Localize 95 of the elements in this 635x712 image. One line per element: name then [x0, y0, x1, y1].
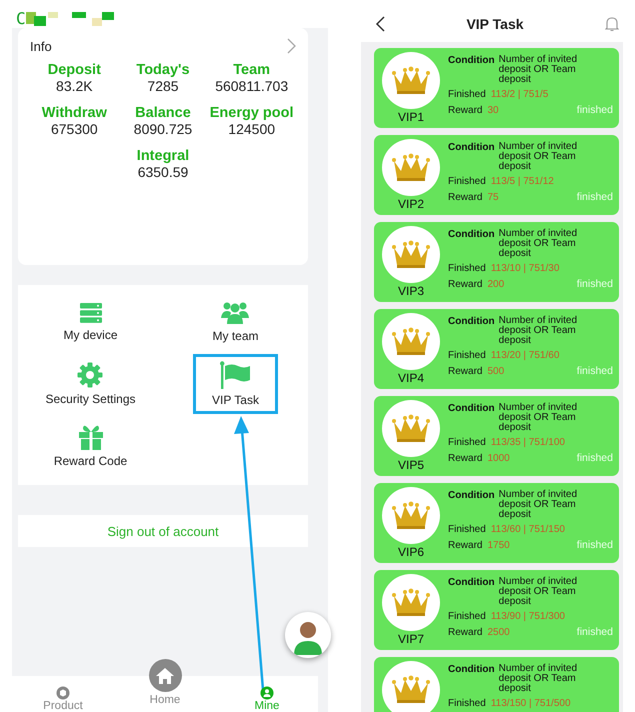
gear-icon [77, 362, 104, 388]
vip-level: VIP5 [398, 458, 424, 472]
condition-text: Number of invited deposit OR Team deposit [498, 403, 578, 433]
reward-label: Reward [448, 627, 482, 638]
nav-tab[interactable]: Product [12, 676, 114, 712]
condition-text: Number of invited deposit OR Team deposit [498, 229, 578, 259]
condition-label: Condition [448, 664, 495, 677]
finished-value: 113/35 | 751/100 [490, 437, 565, 448]
vip-level: VIP4 [398, 371, 424, 385]
vip-level: VIP2 [398, 197, 424, 211]
status-text: finished [576, 626, 613, 638]
condition-text: Number of invited deposit OR Team deposit [498, 664, 578, 694]
reward-label: Reward [448, 192, 482, 203]
finished-label: Finished [448, 263, 486, 274]
group-icon [221, 301, 250, 325]
menu-item[interactable]: Reward Code [42, 417, 138, 475]
finished-value: 113/2 | 751/5 [490, 89, 548, 100]
condition-text: Number of invited deposit OR Team deposit [498, 142, 578, 172]
vip-level: VIP6 [398, 545, 424, 559]
status-text: finished [576, 539, 613, 551]
reward-label: Reward [448, 453, 482, 464]
status-text: finished [576, 452, 613, 464]
stat-value: 8090.725 [134, 121, 192, 137]
reward-label: Reward [448, 540, 482, 551]
finished-label: Finished [448, 89, 486, 100]
finished-label: Finished [448, 437, 486, 448]
bell-icon[interactable] [604, 16, 619, 32]
menu-item[interactable]: My team [201, 294, 270, 350]
support-avatar[interactable] [285, 612, 331, 658]
finished-label: Finished [448, 611, 486, 622]
back-icon[interactable] [375, 16, 385, 32]
server-icon [78, 302, 102, 324]
stat-label: Withdraw [42, 105, 107, 121]
stat-label: Team [233, 62, 270, 78]
status-text: finished [576, 365, 613, 377]
reward-value: 30 [487, 105, 499, 116]
condition-label: Condition [448, 577, 495, 590]
reward-label: Reward [448, 105, 482, 116]
reward-value: 2500 [487, 627, 510, 638]
finished-label: Finished [448, 698, 486, 709]
finished-label: Finished [448, 350, 486, 361]
stat-label: Integral [136, 148, 190, 164]
user-name: C [16, 8, 26, 28]
crown-icon [382, 661, 440, 712]
vip-level: VIP1 [398, 110, 424, 124]
stat-value: 7285 [147, 78, 179, 94]
finished-value: 113/90 | 751/300 [490, 611, 565, 622]
condition-text: Number of invited deposit OR Team deposit [498, 490, 578, 520]
condition-label: Condition [448, 490, 495, 503]
reward-value: 1750 [487, 540, 510, 551]
reward-label: Reward [448, 279, 482, 290]
vip-level: VIP3 [398, 284, 424, 298]
condition-text: Number of invited deposit OR Team deposit [498, 316, 578, 346]
condition-text: Number of invited deposit OR Team deposit [498, 577, 578, 607]
reward-value: 500 [487, 366, 504, 377]
nav-tab[interactable]: Home [114, 658, 216, 712]
finished-value: 113/150 | 751/500 [490, 698, 571, 709]
stat-value: 675300 [50, 121, 98, 137]
box-icon [56, 686, 70, 700]
condition-label: Condition [448, 55, 495, 68]
finished-value: 113/5 | 751/12 [490, 176, 554, 187]
condition-label: Condition [448, 142, 495, 155]
stat-label: Energy pool [210, 105, 294, 121]
status-text: finished [576, 278, 613, 290]
condition-label: Condition [448, 403, 495, 416]
stat-label: Deposit [48, 62, 101, 78]
condition-text: Number of invited deposit OR Team deposit [498, 55, 578, 85]
flag-icon [219, 361, 252, 389]
reward-value: 200 [487, 279, 504, 290]
reward-value: 1000 [487, 453, 510, 464]
menu-item[interactable]: My device [52, 295, 129, 349]
stat-value: 6350.59 [138, 164, 188, 180]
condition-label: Condition [448, 229, 495, 242]
page-title: VIP Task [466, 16, 524, 32]
gift-icon [78, 424, 104, 450]
finished-value: 113/20 | 751/60 [490, 350, 560, 361]
stat-label: Balance [135, 105, 191, 121]
info-title: Info [30, 38, 52, 54]
finished-label: Finished [448, 176, 486, 187]
finished-label: Finished [448, 524, 486, 535]
condition-label: Condition [448, 316, 495, 329]
reward-label: Reward [448, 366, 482, 377]
menu-item[interactable]: VIP Task [193, 354, 278, 414]
reward-value: 75 [487, 192, 499, 203]
stat-value: 83.2K [56, 78, 93, 94]
menu-item[interactable]: Security Settings [34, 355, 147, 413]
stat-value: 124500 [228, 121, 276, 137]
stat-value: 560811.703 [215, 78, 288, 94]
person-icon [260, 686, 274, 700]
status-text: finished [576, 191, 613, 203]
status-text: finished [576, 104, 613, 116]
stat-label: Today's [136, 62, 190, 78]
finished-value: 113/10 | 751/30 [490, 263, 560, 274]
vip-level: VIP7 [398, 632, 424, 646]
finished-value: 113/60 | 751/150 [490, 524, 565, 535]
